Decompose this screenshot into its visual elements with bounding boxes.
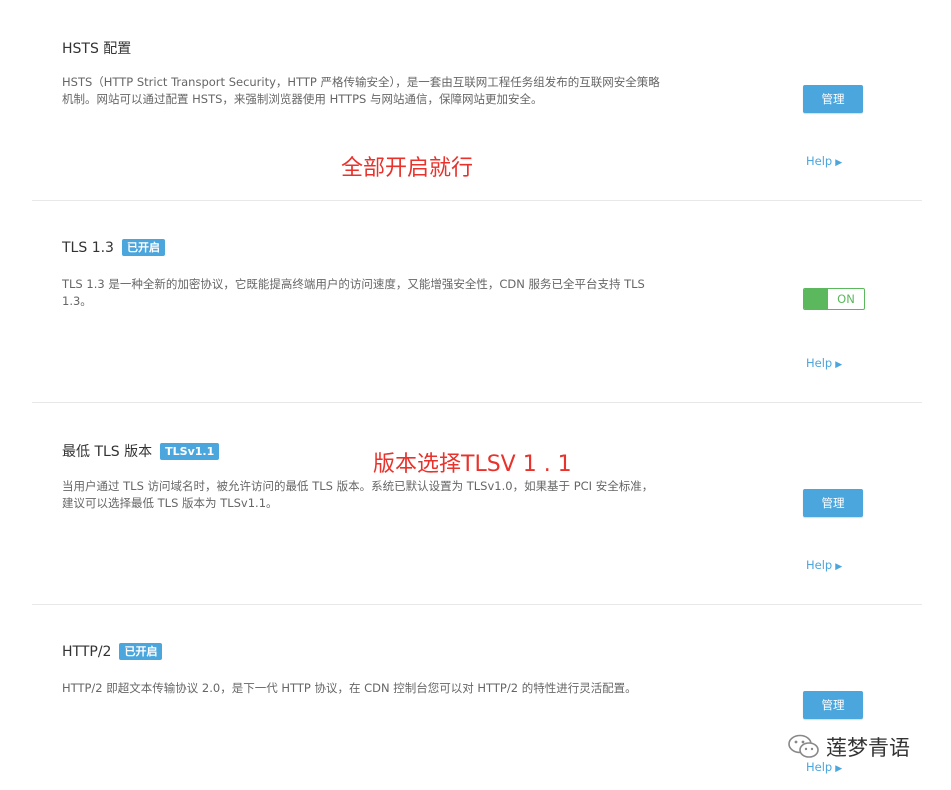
hsts-manage-button[interactable]: 管理 [803,85,863,113]
watermark-text: 莲梦青语 [826,736,910,760]
tls-version-badge: TLSv1.1 [160,442,220,460]
play-arrow-icon: ▶ [835,158,843,168]
min-tls-manage-button[interactable]: 管理 [803,489,863,517]
http2-manage-button[interactable]: 管理 [803,691,863,719]
http2-title: HTTP/2 [62,643,112,660]
section-title: 最低 TLS 版本 TLSv1.1 [62,441,220,461]
tls13-section: TLS 1.3 已开启 TLS 1.3 是一种全新的加密协议，它既能提高终端用户… [32,201,922,402]
toggle-state-label: ON [837,292,855,306]
play-arrow-icon: ▶ [835,764,843,774]
help-label: Help [806,356,833,370]
help-label: Help [806,558,833,572]
annotation-tls-version: 版本选择TLSV 1 . 1 [373,452,572,477]
watermark: 莲梦青语 [788,732,910,762]
hsts-section: HSTS 配置 HSTS（HTTP Strict Transport Secur… [32,0,922,200]
min-tls-description: 当用户通过 TLS 访问域名时，被允许访问的最低 TLS 版本。系统已默认设置为… [62,479,654,510]
section-title: HTTP/2 已开启 [62,643,163,660]
toggle-knob [804,289,828,309]
tls13-toggle[interactable]: ON [803,288,865,310]
http2-section: HTTP/2 已开启 HTTP/2 即超文本传输协议 2.0，是下一代 HTTP… [32,605,922,790]
hsts-description: HSTS（HTTP Strict Transport Security，HTTP… [62,75,660,106]
tls13-title: TLS 1.3 [62,239,114,256]
play-arrow-icon: ▶ [835,360,843,370]
min-tls-section: 最低 TLS 版本 TLSv1.1 当用户通过 TLS 访问域名时，被允许访问的… [32,403,922,604]
min-tls-title: 最低 TLS 版本 [62,444,153,460]
help-label: Help [806,760,833,774]
tls13-description: TLS 1.3 是一种全新的加密协议，它既能提高终端用户的访问速度，又能增强安全… [62,277,645,308]
hsts-title: HSTS 配置 [62,41,132,57]
http2-help-link[interactable]: Help ▶ [806,760,842,774]
help-label: Help [806,154,833,168]
section-title: HSTS 配置 [62,38,131,58]
hsts-help-link[interactable]: Help ▶ [806,154,842,168]
min-tls-help-link[interactable]: Help ▶ [806,558,842,572]
tls13-help-link[interactable]: Help ▶ [806,356,842,370]
play-arrow-icon: ▶ [835,562,843,572]
status-badge: 已开启 [119,643,163,660]
annotation-enable-all: 全部开启就行 [341,156,474,181]
status-badge: 已开启 [121,239,165,256]
http2-description: HTTP/2 即超文本传输协议 2.0，是下一代 HTTP 协议，在 CDN 控… [62,681,637,695]
wechat-icon [788,734,819,758]
section-title: TLS 1.3 已开启 [62,239,165,256]
